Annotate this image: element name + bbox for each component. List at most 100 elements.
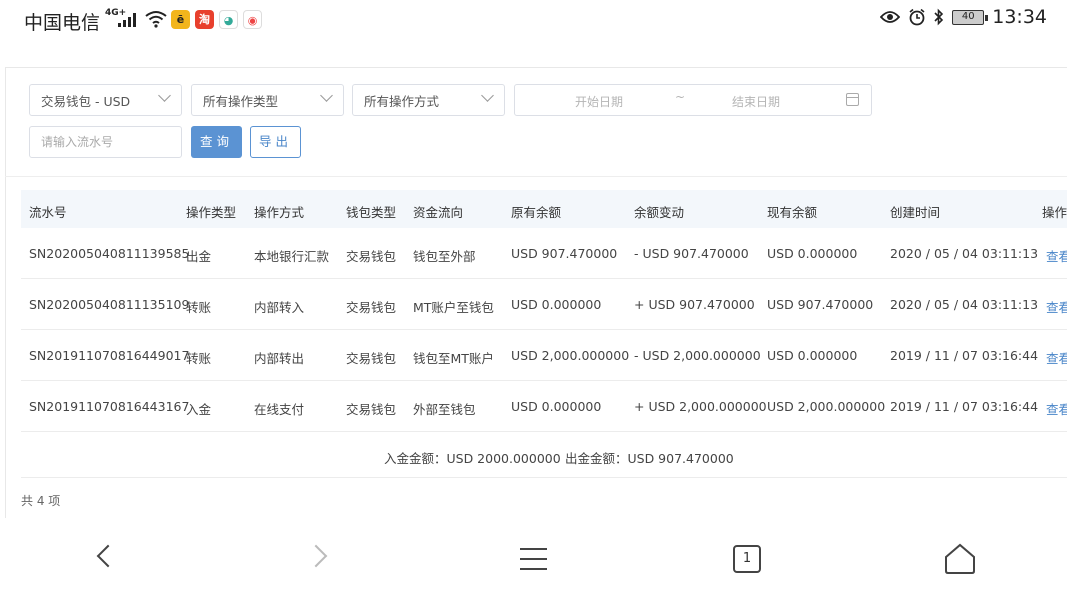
bluetooth-icon: [934, 8, 944, 26]
browser-app-icon: ◉: [243, 10, 262, 29]
export-button[interactable]: 导出: [250, 126, 301, 158]
created-time-cell: 2020 / 05 / 04 03:11:13: [890, 297, 1039, 312]
original-balance-cell: USD 0.000000: [511, 297, 602, 312]
balance-change-cell: - USD 907.470000: [634, 246, 749, 261]
table-header: 流水号 操作类型 操作方式 钱包类型 资金流向 原有余额 余额变动 现有余额 创…: [21, 190, 1067, 228]
game-app-icon: ◕: [219, 10, 238, 29]
current-balance-cell: USD 2,000.000000: [767, 399, 886, 414]
current-balance-cell: USD 0.000000: [767, 348, 858, 363]
fund-flow-cell: 外部至钱包: [413, 402, 476, 417]
chevron-down-icon: [158, 89, 171, 102]
operation-type-cell: 转账: [186, 351, 212, 366]
original-balance-cell: USD 2,000.000000: [511, 348, 630, 363]
operation-type-select[interactable]: 所有操作类型: [191, 84, 344, 116]
panel-border-top: [5, 67, 1067, 68]
operation-method-cell: 在线支付: [254, 402, 305, 417]
operation-method-value: 所有操作方式: [364, 93, 440, 109]
fund-flow-cell: 钱包至MT账户: [413, 351, 494, 366]
wifi-icon: [145, 11, 167, 28]
wallet-type-cell: 交易钱包: [346, 402, 397, 417]
wallet-type-cell: 交易钱包: [346, 300, 397, 315]
operation-method-select[interactable]: 所有操作方式: [352, 84, 505, 116]
fund-flow-cell: MT账户至钱包: [413, 300, 494, 315]
battery-icon: 40: [952, 9, 989, 25]
column-header: 创建时间: [890, 205, 941, 220]
created-time-cell: 2019 / 11 / 07 03:16:44: [890, 399, 1039, 414]
withdrawal-total: 出金金额：USD 907.470000: [565, 451, 734, 466]
serial-number-cell: SN202005040811139585: [29, 246, 190, 261]
original-balance-cell: USD 0.000000: [511, 399, 602, 414]
tabs-button[interactable]: 1: [733, 545, 761, 573]
view-link[interactable]: 查看: [1046, 297, 1067, 316]
balance-change-cell: + USD 2,000.000000: [634, 399, 767, 414]
created-time-cell: 2020 / 05 / 04 03:11:13: [890, 246, 1039, 261]
chevron-down-icon: [481, 89, 494, 102]
carrier-name: 中国电信: [24, 12, 101, 34]
column-header: 余额变动: [634, 205, 685, 220]
view-link[interactable]: 查看: [1046, 246, 1067, 265]
operation-type-cell: 出金: [186, 249, 212, 264]
operation-method-cell: 本地银行汇款: [254, 249, 330, 264]
column-header: 操作: [1042, 205, 1067, 220]
table-summary: 入金金额：USD 2000.000000 出金金额：USD 907.470000: [21, 434, 1067, 478]
divider: [5, 176, 1067, 177]
date-range-separator: ~: [675, 90, 686, 104]
fund-flow-cell: 钱包至外部: [413, 249, 476, 264]
table-row: SN201911070816449017 转账 内部转出 交易钱包 钱包至MT账…: [21, 330, 1067, 381]
column-header: 操作类型: [186, 205, 237, 220]
eye-icon: [880, 11, 901, 23]
column-header: 资金流向: [413, 205, 464, 220]
total-count: 共 4 项: [21, 494, 61, 508]
operation-type-value: 所有操作类型: [203, 93, 279, 109]
shopping-app-icon: 淘: [195, 10, 214, 29]
signal-icon: [118, 12, 136, 27]
alarm-icon: [909, 8, 925, 26]
view-link[interactable]: 查看: [1046, 399, 1067, 418]
balance-change-cell: + USD 907.470000: [634, 297, 755, 312]
serial-number-cell: SN201911070816449017: [29, 348, 190, 363]
current-balance-cell: USD 0.000000: [767, 246, 858, 261]
calendar-icon: [846, 93, 859, 106]
query-button[interactable]: 查询: [191, 126, 242, 158]
home-icon[interactable]: [943, 542, 977, 576]
table-row: SN201911070816443167 入金 在线支付 交易钱包 外部至钱包 …: [21, 381, 1067, 432]
app-notification-icon: ē: [171, 10, 190, 29]
column-header: 钱包类型: [346, 205, 397, 220]
menu-icon[interactable]: [520, 548, 547, 570]
original-balance-cell: USD 907.470000: [511, 246, 618, 261]
wallet-type-cell: 交易钱包: [346, 249, 397, 264]
table-row: SN202005040811139585 出金 本地银行汇款 交易钱包 钱包至外…: [21, 228, 1067, 279]
chevron-down-icon: [320, 89, 333, 102]
wallet-records-panel: 交易钱包 - USD 所有操作类型 所有操作方式 开始日期 ~ 结束日期 请输入…: [0, 40, 1067, 520]
operation-type-cell: 转账: [186, 300, 212, 315]
serial-number-cell: SN202005040811135109: [29, 297, 190, 312]
column-header: 现有余额: [767, 205, 818, 220]
browser-nav-bar: 1: [0, 520, 1067, 600]
date-range-picker[interactable]: 开始日期 ~ 结束日期: [514, 84, 872, 116]
wallet-select[interactable]: 交易钱包 - USD: [29, 84, 182, 116]
deposit-total: 入金金额：USD 2000.000000: [384, 451, 561, 466]
operation-method-cell: 内部转出: [254, 351, 305, 366]
serial-number-cell: SN201911070816443167: [29, 399, 190, 414]
wallet-type-cell: 交易钱包: [346, 351, 397, 366]
column-header: 原有余额: [511, 205, 562, 220]
back-arrow-icon[interactable]: [96, 544, 120, 568]
clock-time: 13:34: [992, 6, 1047, 28]
created-time-cell: 2019 / 11 / 07 03:16:44: [890, 348, 1039, 363]
operation-method-cell: 内部转入: [254, 300, 305, 315]
start-date-input[interactable]: 开始日期: [575, 93, 623, 110]
column-header: 流水号: [29, 205, 67, 220]
status-bar: 中国电信 4G+ ē 淘 ◕ ◉ 40 13:34: [0, 0, 1067, 40]
panel-border-left: [5, 68, 6, 518]
serial-number-input[interactable]: 请输入流水号: [29, 126, 182, 158]
forward-arrow-icon[interactable]: [304, 544, 328, 568]
table-row: SN202005040811135109 转账 内部转入 交易钱包 MT账户至钱…: [21, 279, 1067, 330]
column-header: 操作方式: [254, 205, 305, 220]
operation-type-cell: 入金: [186, 402, 212, 417]
view-link[interactable]: 查看: [1046, 348, 1067, 367]
status-right-icons: 40 13:34: [880, 6, 1047, 28]
balance-change-cell: - USD 2,000.000000: [634, 348, 761, 363]
current-balance-cell: USD 907.470000: [767, 297, 874, 312]
wallet-select-value: 交易钱包 - USD: [41, 93, 131, 109]
end-date-input[interactable]: 结束日期: [732, 93, 780, 110]
